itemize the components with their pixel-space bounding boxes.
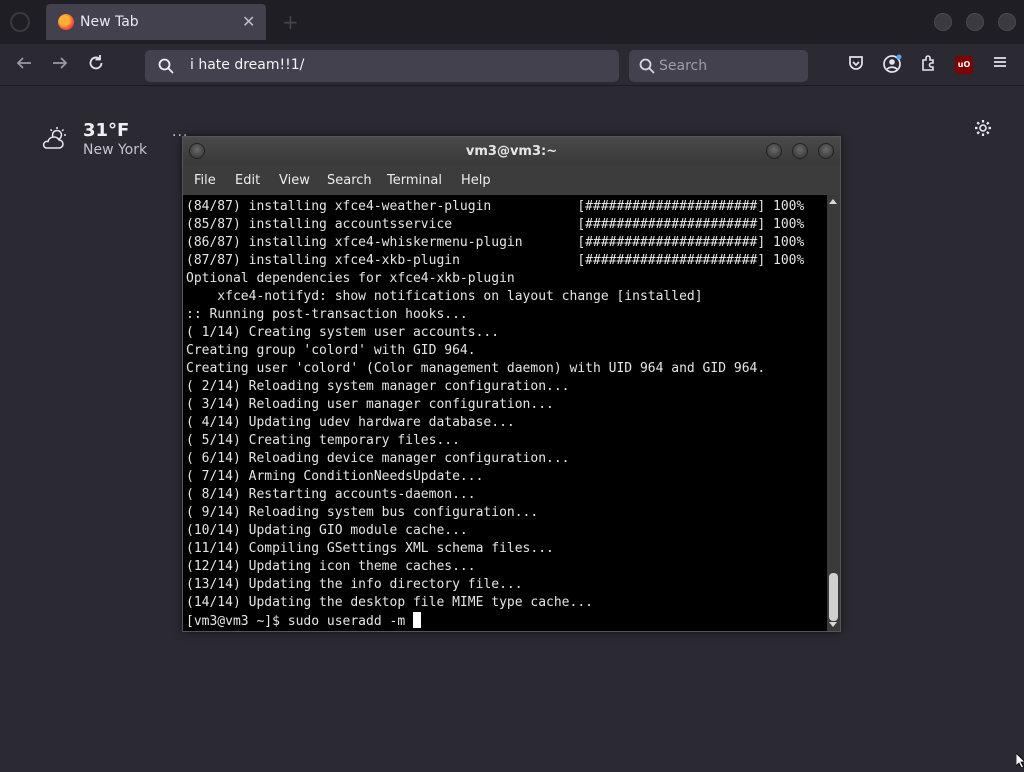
back-arrow-icon[interactable] <box>13 54 35 76</box>
terminal-line: (13/14) Updating the info directory file… <box>186 577 523 592</box>
terminal-line: Creating user 'colord' (Color management… <box>186 361 766 376</box>
url-input[interactable]: i hate dream!!1/ <box>190 57 304 73</box>
terminal-scrollbar[interactable] <box>827 195 840 631</box>
terminal-line: (87/87) installing xfce4-xkb-plugin [###… <box>186 253 805 268</box>
menu-help[interactable]: Help <box>461 173 491 188</box>
search-icon <box>638 57 656 79</box>
search-bar[interactable]: Search <box>629 50 808 82</box>
terminal-line: ( 2/14) Reloading system manager configu… <box>186 379 570 394</box>
scrollbar-thumb[interactable] <box>829 573 838 621</box>
menu-edit[interactable]: Edit <box>235 173 260 188</box>
terminal-titlebar[interactable]: vm3@vm3:~ <box>183 137 840 165</box>
url-bar[interactable]: i hate dream!!1/ <box>145 50 619 82</box>
window-minimize-button[interactable] <box>934 13 952 31</box>
partly-cloudy-icon <box>42 127 66 149</box>
window-close-button[interactable] <box>998 13 1016 31</box>
extensions-icon[interactable] <box>918 54 940 76</box>
pocket-icon[interactable] <box>845 54 867 76</box>
mouse-cursor-icon <box>1015 752 1024 772</box>
menu-search[interactable]: Search <box>327 173 372 188</box>
tab-title: New Tab <box>80 14 139 30</box>
terminal-close-button[interactable] <box>818 143 834 159</box>
terminal-menubar: File Edit View Search Terminal Help <box>183 165 840 195</box>
weather-temperature: 31°F <box>83 120 130 141</box>
scroll-up-arrow-icon[interactable] <box>829 199 837 204</box>
terminal-line: ( 3/14) Reloading user manager configura… <box>186 397 554 412</box>
terminal-line: (14/14) Updating the desktop file MIME t… <box>186 595 593 610</box>
firefox-logo-icon <box>58 14 74 30</box>
terminal-line: Optional dependencies for xfce4-xkb-plug… <box>186 271 515 286</box>
terminal-line: (11/14) Compiling GSettings XML schema f… <box>186 541 554 556</box>
ublock-origin-icon[interactable]: uO <box>955 56 973 74</box>
forward-arrow-icon[interactable] <box>49 54 71 76</box>
terminal-line: ( 8/14) Restarting accounts-daemon... <box>186 487 476 502</box>
terminal-prompt[interactable]: [vm3@vm3 ~]$ sudo useradd -m <box>186 614 413 629</box>
menu-view[interactable]: View <box>279 173 310 188</box>
terminal-line: ( 6/14) Reloading device manager configu… <box>186 451 570 466</box>
window-maximize-button[interactable] <box>966 13 984 31</box>
reload-icon[interactable] <box>85 54 107 76</box>
navigation-toolbar: i hate dream!!1/ Search uO <box>0 44 1024 86</box>
terminal-line: xfce4-notifyd: show notifications on lay… <box>186 289 703 304</box>
terminal-maximize-button[interactable] <box>792 143 808 159</box>
terminal-line: ( 5/14) Creating temporary files... <box>186 433 460 448</box>
terminal-prompt-line[interactable]: [vm3@vm3 ~]$ sudo useradd -m <box>186 612 827 630</box>
terminal-line: ( 4/14) Updating udev hardware database.… <box>186 415 515 430</box>
terminal-line: (85/87) installing accountsservice [####… <box>186 217 805 232</box>
terminal-line: ( 7/14) Arming ConditionNeedsUpdate... <box>186 469 484 484</box>
account-icon[interactable] <box>881 54 903 76</box>
terminal-line: ( 1/14) Creating system user accounts... <box>186 325 500 340</box>
tab-strip: New Tab ✕ + <box>0 0 1024 44</box>
weather-location: New York <box>83 142 148 158</box>
terminal-window[interactable]: vm3@vm3:~ File Edit View Search Terminal… <box>182 136 841 632</box>
terminal-minimize-button[interactable] <box>766 143 782 159</box>
firefox-view-icon[interactable] <box>10 12 30 32</box>
terminal-line: Creating group 'colord' with GID 964. <box>186 343 476 358</box>
new-tab-plus-icon[interactable]: + <box>282 10 299 34</box>
terminal-line: (84/87) installing xfce4-weather-plugin … <box>186 199 805 214</box>
tab-close-icon[interactable]: ✕ <box>242 12 255 31</box>
terminal-cursor <box>412 612 421 628</box>
terminal-title: vm3@vm3:~ <box>465 144 558 159</box>
terminal-line: (12/14) Updating icon theme caches... <box>186 559 476 574</box>
terminal-line: ( 9/14) Reloading system bus configurati… <box>186 505 539 520</box>
terminal-line: (86/87) installing xfce4-whiskermenu-plu… <box>186 235 805 250</box>
gear-icon[interactable] <box>973 118 993 142</box>
terminal-line: (10/14) Updating GIO module cache... <box>186 523 468 538</box>
search-input[interactable]: Search <box>659 58 707 74</box>
menu-icon[interactable] <box>989 54 1011 76</box>
scroll-down-arrow-icon[interactable] <box>829 622 837 627</box>
terminal-line: :: Running post-transaction hooks... <box>186 307 468 322</box>
tab-new-tab[interactable]: New Tab ✕ <box>46 4 266 40</box>
search-icon <box>157 57 175 79</box>
menu-file[interactable]: File <box>194 173 216 188</box>
menu-terminal[interactable]: Terminal <box>387 173 442 188</box>
terminal-output[interactable]: (84/87) installing xfce4-weather-plugin … <box>183 195 827 631</box>
